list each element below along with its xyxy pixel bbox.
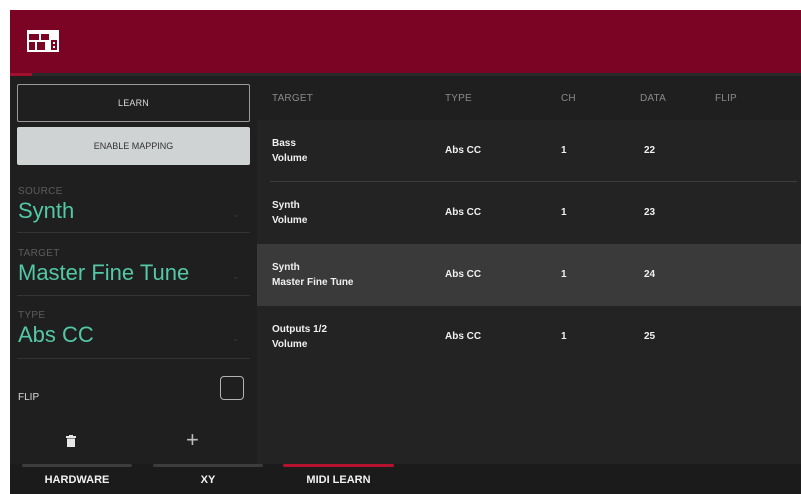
column-header-type: TYPE — [445, 93, 472, 104]
row-data: 23 — [644, 207, 656, 218]
row-target: Synth Master Fine Tune — [272, 260, 354, 290]
midi-learn-screen: LEARN ENABLE MAPPING SOURCE Synth ⌄ TARG… — [10, 10, 801, 494]
tab-midi-learn[interactable]: MIDI LEARN — [283, 474, 394, 486]
row-ch: 1 — [561, 331, 567, 342]
row-target-line2: Master Fine Tune — [272, 277, 354, 288]
target-value[interactable]: Master Fine Tune — [18, 260, 189, 286]
tab-indicator-xy — [153, 464, 263, 467]
target-label: TARGET — [18, 248, 60, 259]
type-value[interactable]: Abs CC — [18, 322, 94, 348]
flip-checkbox[interactable] — [220, 376, 244, 400]
table-row[interactable]: Synth Volume Abs CC 1 23 — [257, 182, 801, 244]
row-target-line1: Synth — [272, 200, 300, 211]
grid-layout-icon[interactable] — [27, 30, 59, 52]
row-target-line1: Synth — [272, 262, 300, 273]
header-bar — [10, 10, 801, 73]
source-chevron-down-icon[interactable]: ⌄ — [232, 209, 240, 220]
row-target-line1: Outputs 1/2 — [272, 324, 328, 335]
row-target-line2: Volume — [272, 215, 308, 226]
type-label: TYPE — [18, 310, 46, 321]
table-header: TARGET TYPE CH DATA FLIP — [257, 76, 801, 120]
row-data: 25 — [644, 331, 656, 342]
mapping-table: TARGET TYPE CH DATA FLIP Bass Volume Abs… — [257, 76, 801, 464]
row-target: Bass Volume — [272, 136, 307, 166]
row-target-line1: Bass — [272, 138, 296, 149]
mode-tabs: HARDWARE XY MIDI LEARN — [10, 464, 801, 494]
row-type: Abs CC — [445, 207, 482, 218]
column-header-ch: CH — [561, 93, 576, 104]
row-ch: 1 — [561, 269, 567, 280]
table-row[interactable]: Bass Volume Abs CC 1 22 — [257, 120, 801, 182]
type-chevron-down-icon[interactable]: ⌄ — [232, 333, 240, 344]
row-target: Synth Volume — [272, 198, 307, 228]
row-data: 24 — [644, 269, 656, 280]
source-divider — [17, 232, 250, 233]
tab-hardware[interactable]: HARDWARE — [22, 474, 132, 486]
table-row[interactable]: Outputs 1/2 Volume Abs CC 1 25 — [257, 306, 801, 368]
enable-mapping-button[interactable]: ENABLE MAPPING — [17, 127, 250, 165]
source-label: SOURCE — [18, 186, 63, 197]
row-target-line2: Volume — [272, 339, 308, 350]
row-target: Outputs 1/2 Volume — [272, 322, 327, 352]
tab-indicator-midi-learn — [283, 464, 394, 467]
trash-icon[interactable] — [66, 435, 76, 447]
row-type: Abs CC — [445, 145, 482, 156]
column-header-data: DATA — [640, 93, 666, 104]
flip-label: FLIP — [18, 392, 40, 403]
type-divider — [17, 358, 250, 359]
tab-indicator-hardware — [22, 464, 132, 467]
plus-icon[interactable]: + — [186, 429, 199, 451]
row-target-line2: Volume — [272, 153, 308, 164]
row-ch: 1 — [561, 145, 567, 156]
row-data: 22 — [644, 145, 656, 156]
target-chevron-down-icon[interactable]: ⌄ — [232, 271, 240, 282]
source-value[interactable]: Synth — [18, 198, 74, 224]
target-divider — [17, 295, 250, 296]
column-header-flip: FLIP — [715, 93, 737, 104]
row-type: Abs CC — [445, 269, 482, 280]
row-type: Abs CC — [445, 331, 482, 342]
table-row-selected[interactable]: Synth Master Fine Tune Abs CC 1 24 — [257, 244, 801, 306]
tab-xy[interactable]: XY — [153, 474, 263, 486]
row-ch: 1 — [561, 207, 567, 218]
learn-button[interactable]: LEARN — [17, 84, 250, 122]
column-header-target: TARGET — [272, 93, 314, 104]
mapping-panel: LEARN ENABLE MAPPING SOURCE Synth ⌄ TARG… — [10, 76, 257, 464]
